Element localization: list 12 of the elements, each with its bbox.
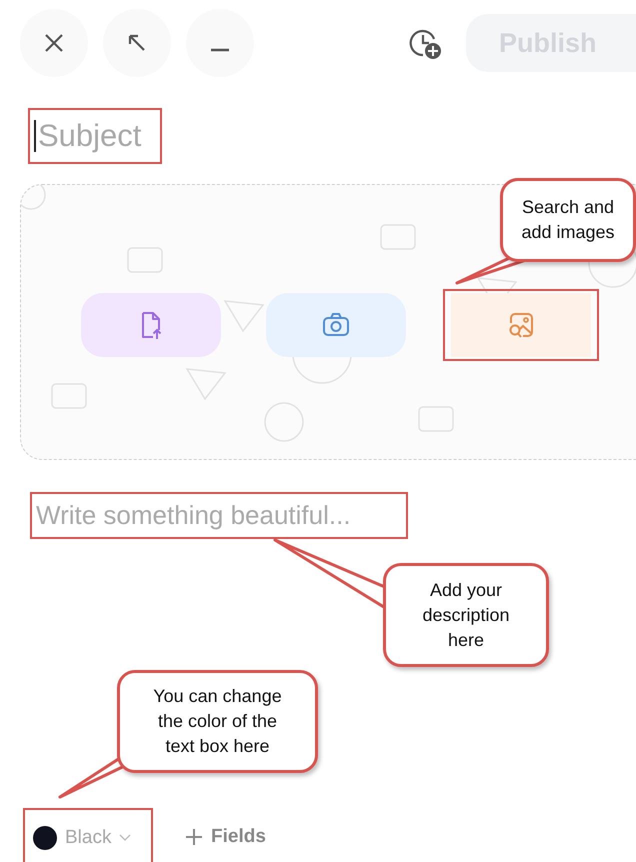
subject-field[interactable]: Subject	[28, 108, 162, 164]
chevron-down-icon	[119, 834, 132, 842]
plus-icon	[185, 828, 203, 846]
add-fields-button[interactable]: Fields	[185, 822, 266, 852]
description-field[interactable]: Write something beautiful...	[30, 492, 408, 539]
minimize-icon	[211, 48, 229, 52]
callout-text: You can change the color of the text box here	[153, 685, 282, 758]
image-search-button[interactable]	[443, 289, 599, 361]
callout-text: Add your description here	[422, 578, 510, 652]
upload-file-button[interactable]	[81, 293, 221, 357]
camera-button[interactable]	[266, 293, 406, 357]
callout-text: Search and add images	[521, 196, 615, 244]
